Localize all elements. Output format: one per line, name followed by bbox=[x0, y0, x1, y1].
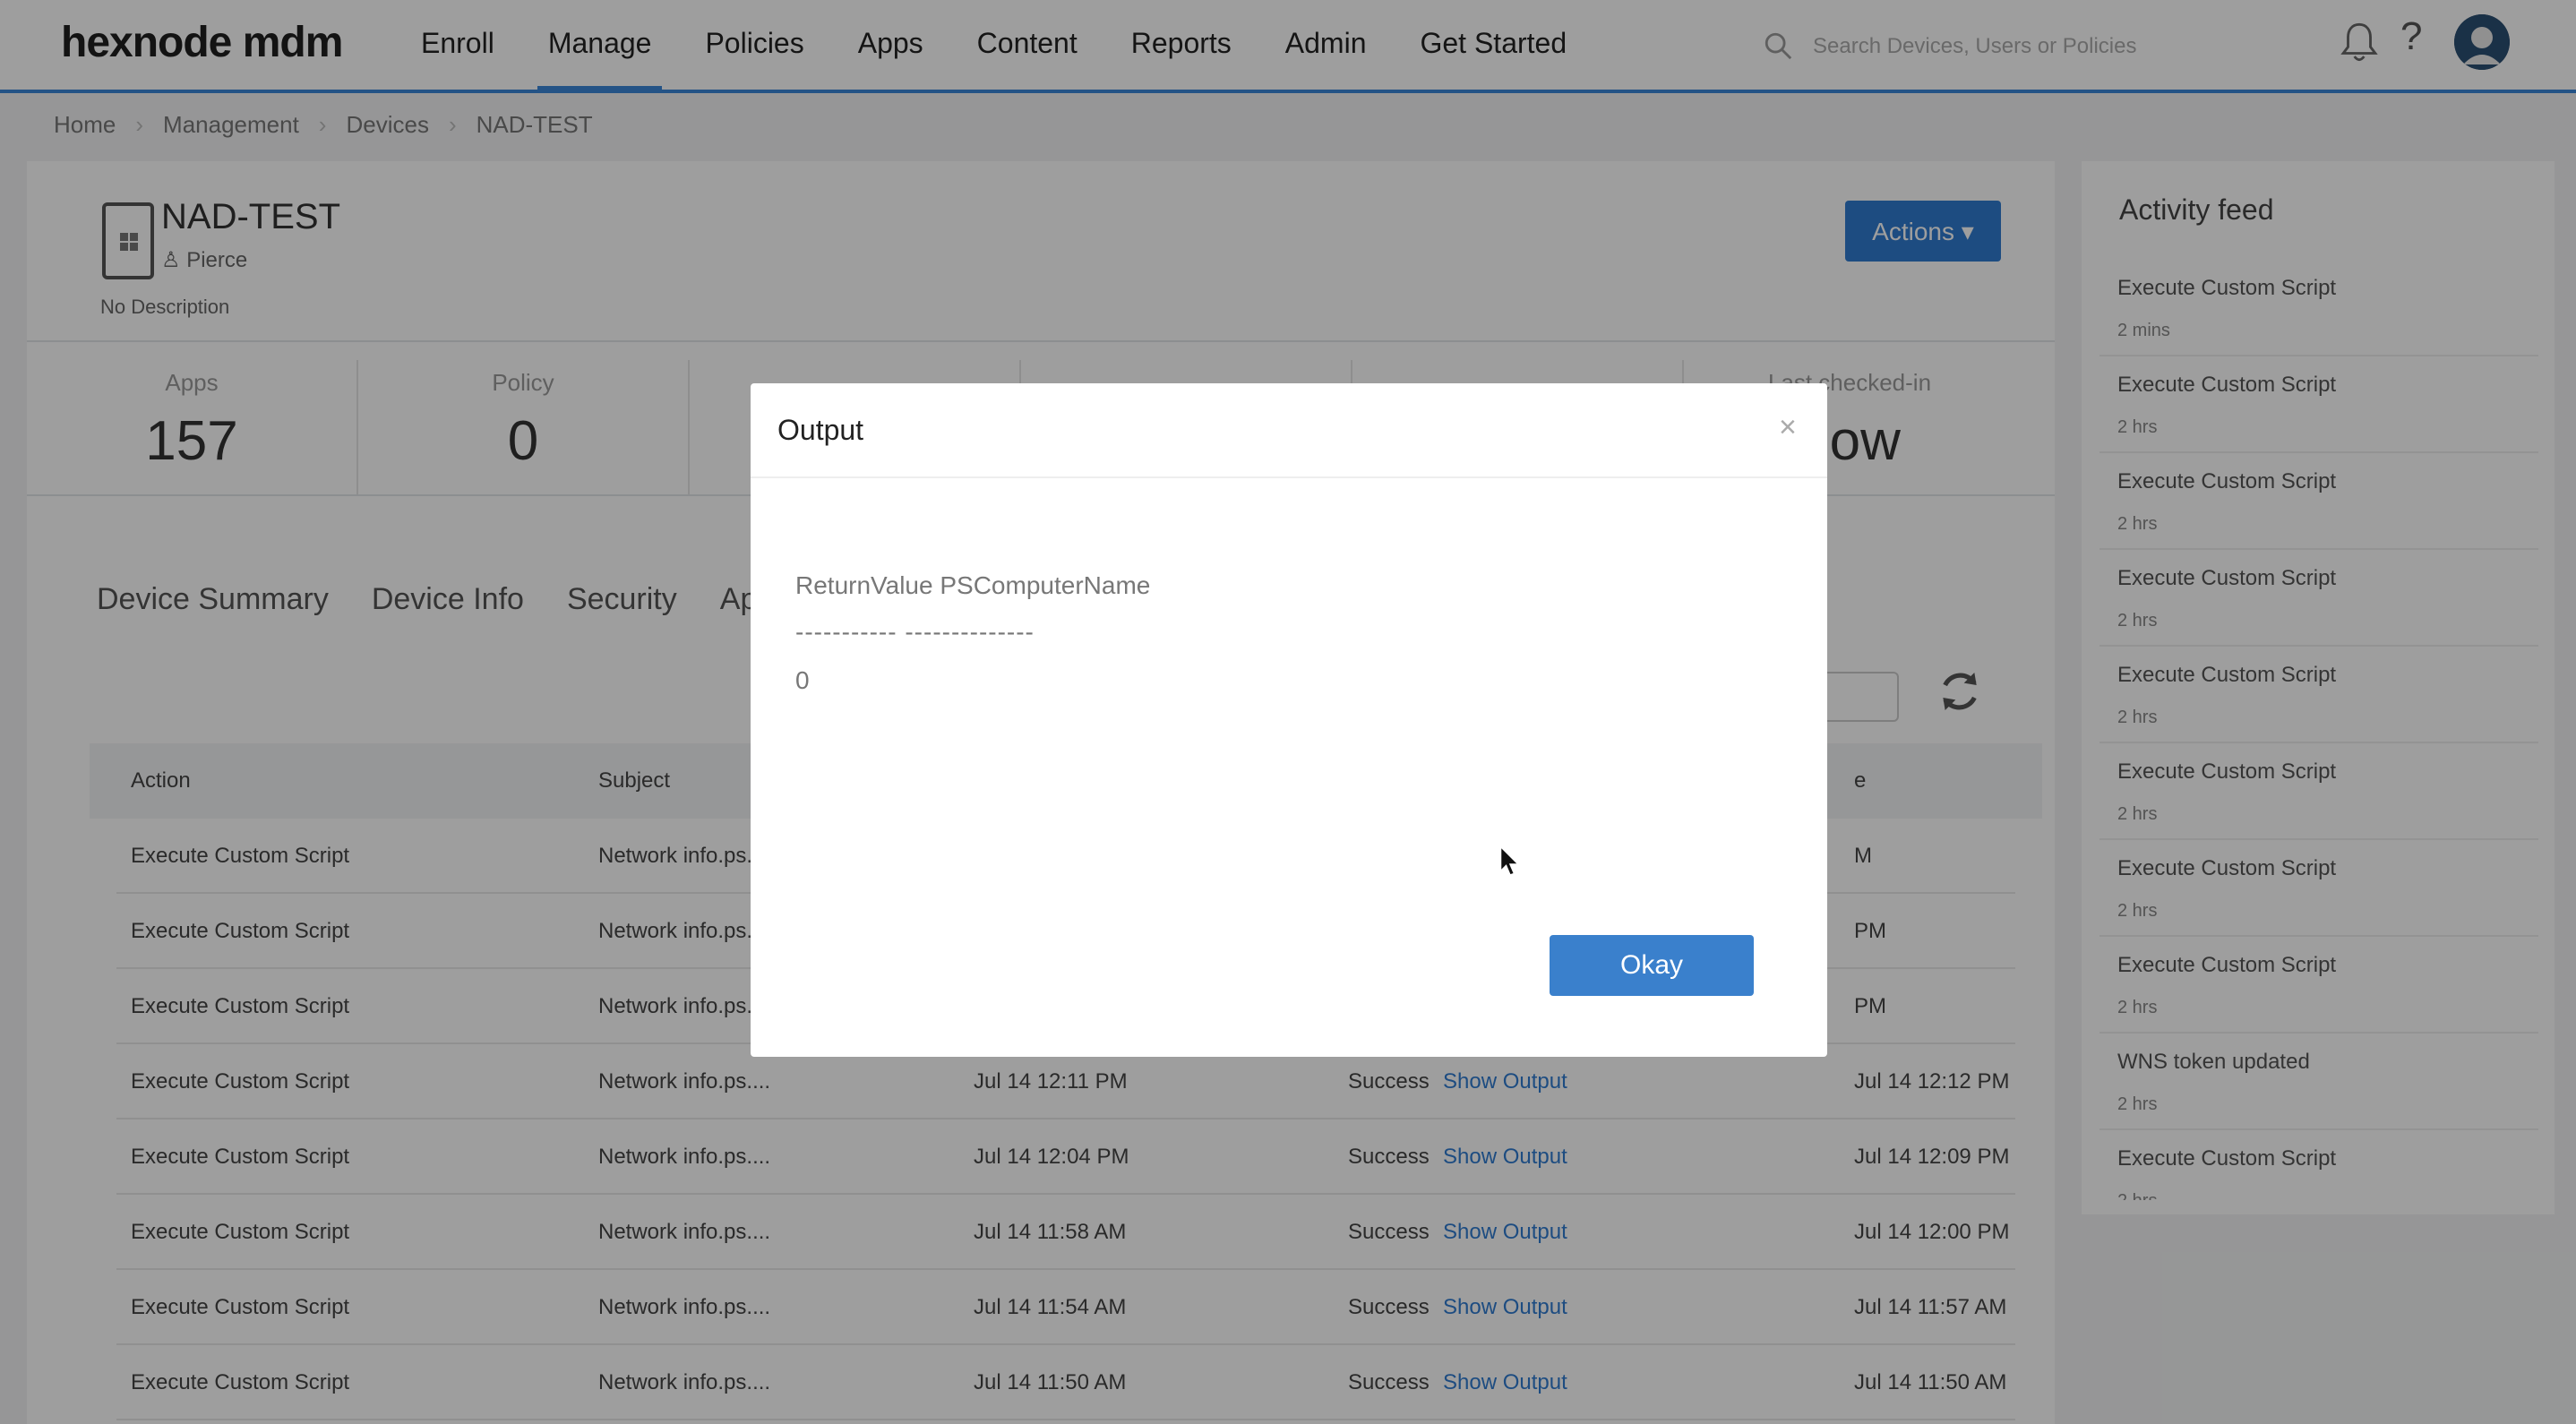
okay-button[interactable]: Okay bbox=[1550, 935, 1754, 996]
close-icon[interactable]: × bbox=[1779, 410, 1797, 445]
output-line-value: 0 bbox=[795, 666, 810, 694]
dialog-title: Output bbox=[777, 414, 864, 446]
output-line-separator: ----------- -------------- bbox=[795, 618, 1035, 646]
output-dialog: Output × ReturnValue PSComputerName ----… bbox=[751, 383, 1827, 1057]
divider bbox=[751, 476, 1827, 478]
output-line-header: ReturnValue PSComputerName bbox=[795, 571, 1151, 599]
mouse-cursor-icon bbox=[1499, 845, 1520, 876]
